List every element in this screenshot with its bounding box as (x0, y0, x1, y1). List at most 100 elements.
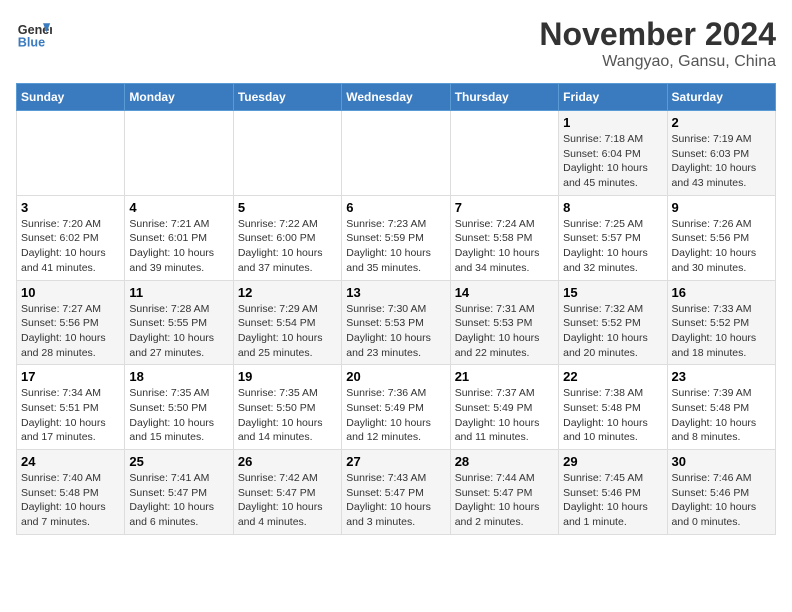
calendar-cell: 3 Sunrise: 7:20 AM Sunset: 6:02 PM Daylig… (17, 195, 125, 280)
day-number: 1 (563, 115, 662, 130)
day-info: Sunrise: 7:46 AM Sunset: 5:46 PM Dayligh… (672, 471, 771, 530)
calendar-cell (233, 111, 341, 196)
day-info: Sunrise: 7:36 AM Sunset: 5:49 PM Dayligh… (346, 386, 445, 445)
day-info: Sunrise: 7:41 AM Sunset: 5:47 PM Dayligh… (129, 471, 228, 530)
day-number: 16 (672, 285, 771, 300)
day-info: Sunrise: 7:38 AM Sunset: 5:48 PM Dayligh… (563, 386, 662, 445)
day-number: 22 (563, 369, 662, 384)
calendar-table: SundayMondayTuesdayWednesdayThursdayFrid… (16, 83, 776, 535)
day-number: 8 (563, 200, 662, 215)
calendar-cell: 1 Sunrise: 7:18 AM Sunset: 6:04 PM Daylig… (559, 111, 667, 196)
calendar-week-row: 1 Sunrise: 7:18 AM Sunset: 6:04 PM Daylig… (17, 111, 776, 196)
day-number: 20 (346, 369, 445, 384)
day-number: 5 (238, 200, 337, 215)
calendar-cell: 24Sunrise: 7:40 AM Sunset: 5:48 PM Dayli… (17, 450, 125, 535)
day-info: Sunrise: 7:39 AM Sunset: 5:48 PM Dayligh… (672, 386, 771, 445)
day-number: 24 (21, 454, 120, 469)
day-info: Sunrise: 7:28 AM Sunset: 5:55 PM Dayligh… (129, 302, 228, 361)
day-number: 27 (346, 454, 445, 469)
day-info: Sunrise: 7:44 AM Sunset: 5:47 PM Dayligh… (455, 471, 554, 530)
calendar-cell: 19 Sunrise: 7:35 AM Sunset: 5:50 PM Dayli… (233, 365, 341, 450)
logo: General Blue (16, 16, 52, 52)
day-info: Sunrise: 7:25 AM Sunset: 5:57 PM Dayligh… (563, 217, 662, 276)
calendar-cell: 22 Sunrise: 7:38 AM Sunset: 5:48 PM Dayli… (559, 365, 667, 450)
calendar-week-row: 17 Sunrise: 7:34 AM Sunset: 5:51 PM Dayli… (17, 365, 776, 450)
calendar-cell: 26Sunrise: 7:42 AM Sunset: 5:47 PM Dayli… (233, 450, 341, 535)
day-number: 4 (129, 200, 228, 215)
calendar-cell: 9 Sunrise: 7:26 AM Sunset: 5:56 PM Daylig… (667, 195, 775, 280)
calendar-cell: 18Sunrise: 7:35 AM Sunset: 5:50 PM Dayli… (125, 365, 233, 450)
calendar-cell: 5 Sunrise: 7:22 AM Sunset: 6:00 PM Daylig… (233, 195, 341, 280)
day-number: 13 (346, 285, 445, 300)
weekday-header-monday: Monday (125, 84, 233, 111)
day-number: 11 (129, 285, 228, 300)
day-info: Sunrise: 7:30 AM Sunset: 5:53 PM Dayligh… (346, 302, 445, 361)
day-info: Sunrise: 7:34 AM Sunset: 5:51 PM Dayligh… (21, 386, 120, 445)
calendar-cell: 17 Sunrise: 7:34 AM Sunset: 5:51 PM Dayli… (17, 365, 125, 450)
calendar-cell: 10 Sunrise: 7:27 AM Sunset: 5:56 PM Dayli… (17, 280, 125, 365)
day-info: Sunrise: 7:37 AM Sunset: 5:49 PM Dayligh… (455, 386, 554, 445)
day-info: Sunrise: 7:19 AM Sunset: 6:03 PM Dayligh… (672, 132, 771, 191)
day-number: 28 (455, 454, 554, 469)
day-number: 6 (346, 200, 445, 215)
day-info: Sunrise: 7:31 AM Sunset: 5:53 PM Dayligh… (455, 302, 554, 361)
calendar-cell (342, 111, 450, 196)
day-number: 21 (455, 369, 554, 384)
logo-icon: General Blue (16, 16, 52, 52)
day-number: 30 (672, 454, 771, 469)
calendar-cell (125, 111, 233, 196)
day-info: Sunrise: 7:26 AM Sunset: 5:56 PM Dayligh… (672, 217, 771, 276)
calendar-cell: 8 Sunrise: 7:25 AM Sunset: 5:57 PM Daylig… (559, 195, 667, 280)
day-number: 9 (672, 200, 771, 215)
day-info: Sunrise: 7:20 AM Sunset: 6:02 PM Dayligh… (21, 217, 120, 276)
day-number: 23 (672, 369, 771, 384)
page-header: General Blue November 2024 Wangyao, Gans… (16, 16, 776, 71)
title-block: November 2024 Wangyao, Gansu, China (539, 16, 776, 71)
calendar-cell: 25Sunrise: 7:41 AM Sunset: 5:47 PM Dayli… (125, 450, 233, 535)
weekday-header-row: SundayMondayTuesdayWednesdayThursdayFrid… (17, 84, 776, 111)
day-number: 3 (21, 200, 120, 215)
calendar-cell: 29Sunrise: 7:45 AM Sunset: 5:46 PM Dayli… (559, 450, 667, 535)
day-info: Sunrise: 7:23 AM Sunset: 5:59 PM Dayligh… (346, 217, 445, 276)
calendar-cell: 28 Sunrise: 7:44 AM Sunset: 5:47 PM Dayli… (450, 450, 558, 535)
calendar-cell: 20 Sunrise: 7:36 AM Sunset: 5:49 PM Dayli… (342, 365, 450, 450)
calendar-cell: 23 Sunrise: 7:39 AM Sunset: 5:48 PM Dayli… (667, 365, 775, 450)
calendar-cell: 4 Sunrise: 7:21 AM Sunset: 6:01 PM Daylig… (125, 195, 233, 280)
day-info: Sunrise: 7:22 AM Sunset: 6:00 PM Dayligh… (238, 217, 337, 276)
day-number: 15 (563, 285, 662, 300)
day-number: 12 (238, 285, 337, 300)
calendar-cell: 12Sunrise: 7:29 AM Sunset: 5:54 PM Dayli… (233, 280, 341, 365)
day-info: Sunrise: 7:18 AM Sunset: 6:04 PM Dayligh… (563, 132, 662, 191)
calendar-cell (450, 111, 558, 196)
day-info: Sunrise: 7:24 AM Sunset: 5:58 PM Dayligh… (455, 217, 554, 276)
day-number: 26 (238, 454, 337, 469)
calendar-week-row: 3 Sunrise: 7:20 AM Sunset: 6:02 PM Daylig… (17, 195, 776, 280)
day-info: Sunrise: 7:27 AM Sunset: 5:56 PM Dayligh… (21, 302, 120, 361)
day-info: Sunrise: 7:43 AM Sunset: 5:47 PM Dayligh… (346, 471, 445, 530)
day-number: 7 (455, 200, 554, 215)
day-info: Sunrise: 7:33 AM Sunset: 5:52 PM Dayligh… (672, 302, 771, 361)
day-info: Sunrise: 7:21 AM Sunset: 6:01 PM Dayligh… (129, 217, 228, 276)
weekday-header-thursday: Thursday (450, 84, 558, 111)
calendar-cell: 21 Sunrise: 7:37 AM Sunset: 5:49 PM Dayli… (450, 365, 558, 450)
calendar-cell: 6 Sunrise: 7:23 AM Sunset: 5:59 PM Daylig… (342, 195, 450, 280)
day-number: 10 (21, 285, 120, 300)
calendar-cell: 13 Sunrise: 7:30 AM Sunset: 5:53 PM Dayli… (342, 280, 450, 365)
day-number: 19 (238, 369, 337, 384)
day-info: Sunrise: 7:35 AM Sunset: 5:50 PM Dayligh… (238, 386, 337, 445)
calendar-cell (17, 111, 125, 196)
calendar-cell: 30 Sunrise: 7:46 AM Sunset: 5:46 PM Dayli… (667, 450, 775, 535)
weekday-header-friday: Friday (559, 84, 667, 111)
calendar-cell: 11 Sunrise: 7:28 AM Sunset: 5:55 PM Dayli… (125, 280, 233, 365)
month-title: November 2024 (539, 16, 776, 53)
calendar-week-row: 10 Sunrise: 7:27 AM Sunset: 5:56 PM Dayli… (17, 280, 776, 365)
day-number: 17 (21, 369, 120, 384)
calendar-week-row: 24Sunrise: 7:40 AM Sunset: 5:48 PM Dayli… (17, 450, 776, 535)
day-number: 14 (455, 285, 554, 300)
calendar-cell: 16 Sunrise: 7:33 AM Sunset: 5:52 PM Dayli… (667, 280, 775, 365)
calendar-cell: 2Sunrise: 7:19 AM Sunset: 6:03 PM Daylig… (667, 111, 775, 196)
weekday-header-wednesday: Wednesday (342, 84, 450, 111)
day-number: 29 (563, 454, 662, 469)
weekday-header-saturday: Saturday (667, 84, 775, 111)
calendar-cell: 27 Sunrise: 7:43 AM Sunset: 5:47 PM Dayli… (342, 450, 450, 535)
